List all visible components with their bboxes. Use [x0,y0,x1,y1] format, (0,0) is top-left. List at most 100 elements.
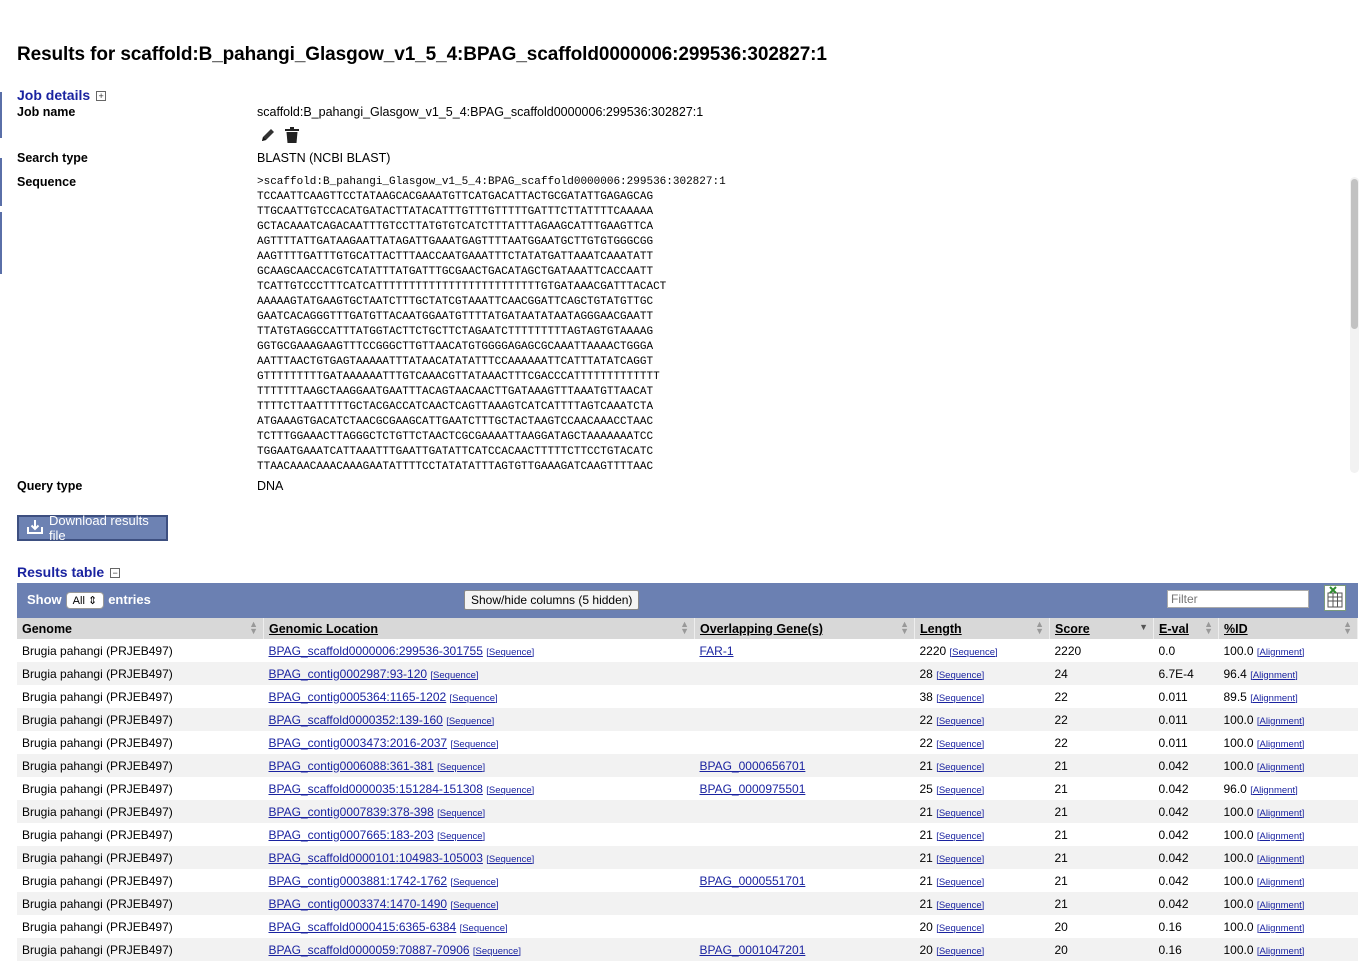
sequence-link[interactable]: [Sequence] [936,670,984,681]
cell-genome: Brugia pahangi (PRJEB497) [17,892,264,915]
column-header-length[interactable]: Length ▲ ▼ [914,618,1050,639]
alignment-link[interactable]: [Alignment] [1257,647,1305,658]
column-header-genes[interactable]: Overlapping Gene(s) ▲ ▼ [694,618,915,639]
column-header-eval[interactable]: E-val ▲ ▼ [1153,618,1219,639]
cell-length: 21 [Sequence] [914,869,1050,892]
cell-location: BPAG_contig0003374:1470-1490 [Sequence] [263,892,695,915]
alignment-link[interactable]: [Alignment] [1257,762,1305,773]
sequence-link[interactable]: [Sequence] [936,785,984,796]
results-table-toggle[interactable]: Results table − [17,564,121,580]
location-link[interactable]: BPAG_scaffold0000059:70887-70906 [269,943,470,957]
sequence-link[interactable]: [Sequence] [486,785,534,796]
job-details-heading: Job details [17,87,91,103]
alignment-link[interactable]: [Alignment] [1257,854,1305,865]
alignment-link[interactable]: [Alignment] [1257,923,1305,934]
scrollbar-thumb[interactable] [1351,179,1358,329]
sequence-link[interactable]: [Sequence] [450,877,498,888]
table-body: Brugia pahangi (PRJEB497) BPAG_scaffold00… [17,639,1358,961]
cell-gene [694,685,915,708]
gene-link[interactable]: FAR-1 [700,644,734,658]
column-header-genome[interactable]: Genome ▲ ▼ [17,618,264,639]
sort-desc-icon: ▼ [1139,622,1148,632]
location-link[interactable]: BPAG_contig0006088:361-381 [269,759,434,773]
alignment-link[interactable]: [Alignment] [1250,785,1298,796]
column-header-location[interactable]: Genomic Location ▲ ▼ [263,618,695,639]
sequence-link[interactable]: [Sequence] [936,877,984,888]
alignment-link[interactable]: [Alignment] [1250,693,1298,704]
filter-input[interactable] [1167,590,1309,608]
alignment-link[interactable]: [Alignment] [1257,831,1305,842]
alignment-link[interactable]: [Alignment] [1257,716,1305,727]
sequence-link[interactable]: [Sequence] [936,831,984,842]
sequence-link[interactable]: [Sequence] [936,693,984,704]
location-link[interactable]: BPAG_contig0005364:1165-1202 [269,690,447,704]
alignment-link[interactable]: [Alignment] [1257,877,1305,888]
collapse-icon[interactable]: − [110,568,121,578]
location-link[interactable]: BPAG_contig0003473:2016-2037 [269,736,448,750]
location-link[interactable]: BPAG_contig0007665:183-203 [269,828,434,842]
sequence-link[interactable]: [Sequence] [936,923,984,934]
sequence-link[interactable]: [Sequence] [450,739,498,750]
sequence-label: Sequence [17,175,77,189]
sequence-link[interactable]: [Sequence] [486,854,534,865]
table-row: Brugia pahangi (PRJEB497) BPAG_contig0003… [17,731,1358,754]
cell-eval: 0.042 [1153,846,1219,869]
gene-link[interactable]: BPAG_0000975501 [700,782,806,796]
gene-link[interactable]: BPAG_0000656701 [700,759,806,773]
sequence-link[interactable]: [Sequence] [446,716,494,727]
sequence-link[interactable]: [Sequence] [473,946,521,957]
alignment-link[interactable]: [Alignment] [1257,808,1305,819]
sequence-link[interactable]: [Sequence] [437,831,485,842]
cell-gene [694,892,915,915]
show-hide-columns-button[interactable]: Show/hide columns (5 hidden) [464,590,640,610]
location-link[interactable]: BPAG_scaffold0000415:6365-6384 [269,920,457,934]
sequence-link[interactable]: [Sequence] [437,808,485,819]
location-link[interactable]: BPAG_scaffold0000006:299536-301755 [269,644,483,658]
location-link[interactable]: BPAG_contig0003374:1470-1490 [269,897,448,911]
sequence-link[interactable]: [Sequence] [936,808,984,819]
sequence-link[interactable]: [Sequence] [486,647,534,658]
alignment-link[interactable]: [Alignment] [1257,946,1305,957]
cell-eval: 0.011 [1153,685,1219,708]
sequence-link[interactable]: [Sequence] [936,854,984,865]
column-header-score[interactable]: Score ▼ [1049,618,1154,639]
download-results-button[interactable]: Download results file [17,513,168,543]
sort-icon: ▲ ▼ [900,619,909,636]
sequence-link[interactable]: [Sequence] [936,762,984,773]
sequence-link[interactable]: [Sequence] [437,762,485,773]
sequence-link[interactable]: [Sequence] [936,739,984,750]
sequence-box[interactable]: >scaffold:B_pahangi_Glasgow_v1_5_4:BPAG_… [257,175,1357,475]
cell-length: 20 [Sequence] [914,938,1050,961]
location-link[interactable]: BPAG_scaffold0000352:139-160 [269,713,443,727]
cell-genome: Brugia pahangi (PRJEB497) [17,800,264,823]
gene-link[interactable]: BPAG_0001047201 [700,943,806,957]
expand-icon[interactable]: + [96,91,107,101]
sequence-link[interactable]: [Sequence] [936,946,984,957]
sequence-scrollbar[interactable] [1350,177,1359,473]
entries-select[interactable]: All ⇕ [65,592,105,609]
location-link[interactable]: BPAG_scaffold0000101:104983-105003 [269,851,483,865]
sequence-link[interactable]: [Sequence] [450,900,498,911]
sequence-link[interactable]: [Sequence] [460,923,508,934]
cell-eval: 6.7E-4 [1153,662,1219,685]
alignment-link[interactable]: [Alignment] [1250,670,1298,681]
pid-text: 100.0 [1223,873,1254,888]
length-text: 21 [919,896,933,911]
sequence-link[interactable]: [Sequence] [430,670,478,681]
alignment-link[interactable]: [Alignment] [1257,900,1305,911]
location-link[interactable]: BPAG_scaffold0000035:151284-151308 [269,782,483,796]
gene-link[interactable]: BPAG_0000551701 [700,874,806,888]
column-header-pid[interactable]: %ID ▲ ▼ [1218,618,1358,639]
location-link[interactable]: BPAG_contig0007839:378-398 [269,805,434,819]
sequence-link[interactable]: [Sequence] [936,716,984,727]
sequence-link[interactable]: [Sequence] [936,900,984,911]
pencil-icon[interactable] [260,127,276,146]
alignment-link[interactable]: [Alignment] [1257,739,1305,750]
location-link[interactable]: BPAG_contig0003881:1742-1762 [269,874,448,888]
spreadsheet-export-icon[interactable] [1324,585,1346,611]
job-details-toggle[interactable]: Job details + [17,87,107,103]
sequence-link[interactable]: [Sequence] [450,693,498,704]
sequence-link[interactable]: [Sequence] [950,647,998,658]
trash-icon[interactable] [284,127,300,146]
location-link[interactable]: BPAG_contig0002987:93-120 [269,667,428,681]
